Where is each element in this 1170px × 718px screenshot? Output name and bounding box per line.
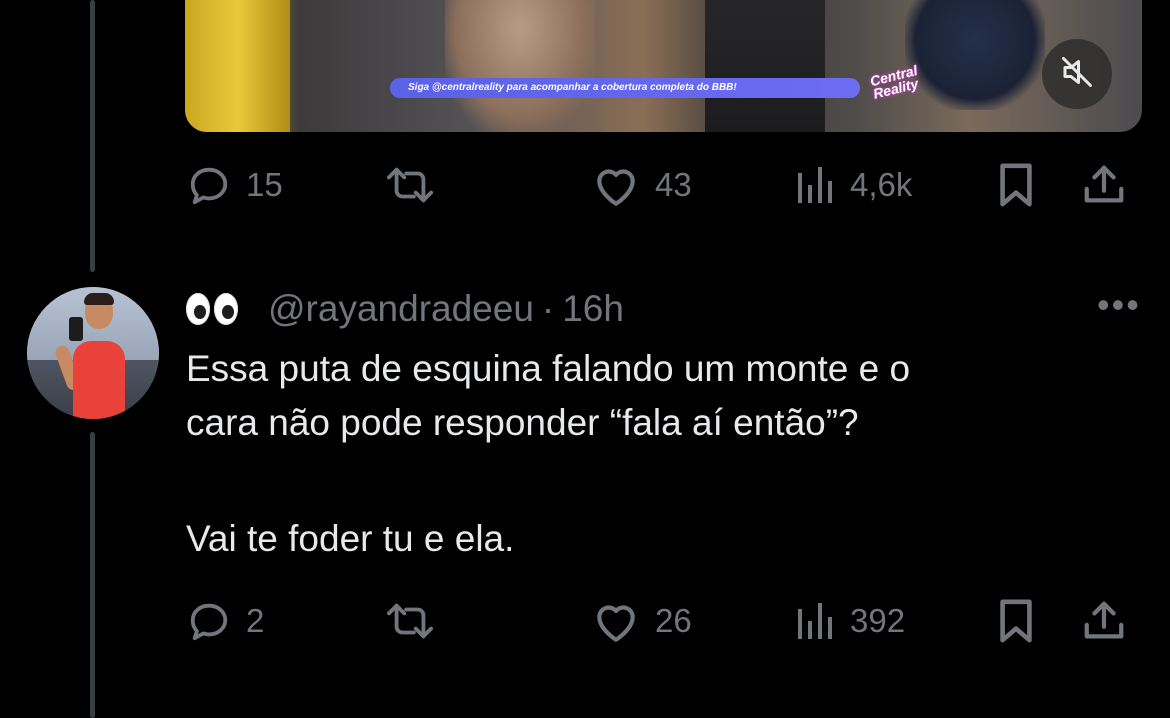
heart-icon [591,162,641,208]
share-button[interactable] [1081,596,1127,646]
reply-bubble-icon [186,598,232,644]
video-frame-person [705,0,825,132]
view-count: 4,6k [850,166,913,203]
thread-connector-line [90,432,95,718]
share-button[interactable] [1081,160,1127,210]
view-count: 392 [850,602,906,639]
more-options-button[interactable]: ••• [1097,287,1141,323]
reply-bubble-icon [186,162,232,208]
views-button[interactable]: 4,6k [796,160,912,210]
eye-icon [214,293,238,325]
share-upload-icon [1081,598,1127,644]
video-frame-person [445,0,595,132]
like-button[interactable]: 26 [591,596,692,646]
post-timestamp[interactable]: 16h [562,288,624,330]
retweet-icon [382,162,438,208]
reply-button[interactable]: 15 [186,160,283,210]
reply-text-line: Vai te foder tu e ela. [186,518,515,559]
bookmark-button[interactable] [996,596,1036,646]
views-button[interactable]: 392 [796,596,905,646]
avatar[interactable] [27,287,159,419]
reply-text: Essa puta de esquina falando um monte e … [186,342,1126,566]
bookmark-icon [996,598,1036,644]
speaker-muted-icon [1059,54,1095,95]
video-caption-banner: Siga @centralreality para acompanhar a c… [390,78,860,98]
mute-toggle-button[interactable] [1042,39,1112,109]
reply-count: 15 [246,166,283,203]
reply-text-line: Essa puta de esquina falando um monte e … [186,348,911,389]
tweet-action-bar: 15 43 4,6k [186,160,1141,210]
tweet-video[interactable]: Siga @centralreality para acompanhar a c… [185,0,1142,132]
reply-text-line: cara não pode responder “fala aí então”? [186,402,859,443]
like-count: 26 [655,602,692,639]
retweet-button[interactable] [382,160,438,210]
separator-dot: · [541,288,555,329]
display-name-emoji[interactable] [186,293,238,325]
reply-header: @rayandradeeu · 16h [186,284,624,334]
reply-button[interactable]: 2 [186,596,264,646]
share-upload-icon [1081,162,1127,208]
eye-icon [186,293,210,325]
bookmark-icon [996,162,1036,208]
reply-count: 2 [246,602,265,639]
views-bar-chart-icon [796,165,836,205]
retweet-button[interactable] [382,596,438,646]
like-count: 43 [655,166,692,203]
video-frame-pillar [185,0,290,132]
retweet-icon [382,598,438,644]
user-handle[interactable]: @rayandradeeu [268,288,534,330]
like-button[interactable]: 43 [591,160,692,210]
reply-action-bar: 2 26 392 [186,596,1141,646]
thread-connector-line [90,0,95,272]
bookmark-button[interactable] [996,160,1036,210]
views-bar-chart-icon [796,601,836,641]
heart-icon [591,598,641,644]
